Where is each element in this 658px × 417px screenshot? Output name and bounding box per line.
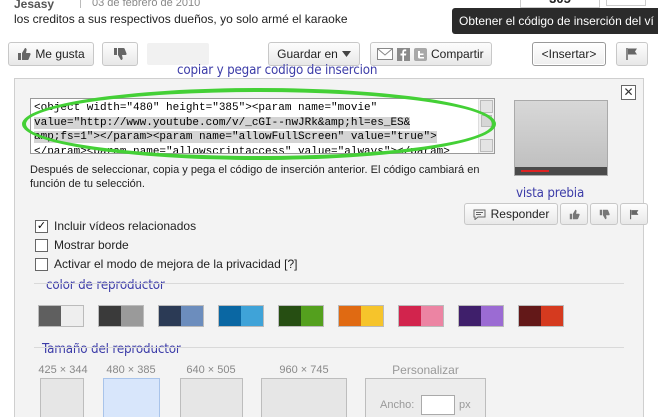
color-swatch-half [159,306,181,326]
comment-author[interactable]: Jesasy [14,0,54,11]
chevron-down-icon [341,51,351,57]
flag-icon [629,209,638,219]
color-swatch-half [541,306,563,326]
size-option-label: 960 × 745 [279,364,329,376]
color-swatch-half [181,306,203,326]
annotation-player-size: Tamaño del reproductor [42,342,181,357]
flag-icon [626,48,637,60]
divider [80,0,81,8]
color-swatch-9[interactable] [518,305,564,327]
color-swatch-half [361,306,383,326]
player-preview [514,100,608,176]
width-label: Ancho: [380,399,415,411]
custom-width-input[interactable] [421,395,455,415]
comment-flag-button[interactable] [620,203,648,225]
highlight-ellipse [22,88,496,160]
color-swatch-half [421,306,443,326]
embed-tooltip: Obtener el código de inserción del ví [452,8,658,34]
option-label: Incluir vídeos relacionados [54,219,197,233]
color-swatch-half [99,306,121,326]
option-show-border[interactable]: Mostrar borde [35,238,129,252]
color-swatch-half [241,306,263,326]
color-swatch-6[interactable] [338,305,384,327]
like-button[interactable]: Me gusta [8,42,94,66]
view-count-extra [606,0,646,6]
comment-icon [473,209,486,220]
size-option-425[interactable] [40,378,84,417]
privacy-mode-checkbox[interactable] [35,257,48,271]
thumbs-down-icon [599,209,610,219]
color-swatch-2[interactable] [98,305,144,327]
email-icon [377,48,393,60]
color-swatch-7[interactable] [398,305,444,327]
scroll-down-arrow[interactable] [480,139,493,152]
related-videos-checkbox[interactable]: ✓ [35,219,48,233]
annotation-copy-code: copiar y pegar codigo de insercion [177,63,378,78]
share-label: Compartir [431,47,484,61]
color-swatch-5[interactable] [278,305,324,327]
option-privacy-mode[interactable]: Activar el modo de mejora de la privacid… [35,257,297,271]
size-option-label: 480 × 385 [106,364,156,376]
custom-size-label: Personalizar [392,363,459,377]
reply-button[interactable]: Responder [464,203,558,225]
color-swatch-half [459,306,481,326]
show-border-checkbox[interactable] [35,238,48,252]
twitter-icon [414,47,427,61]
view-count: 305 [520,0,600,8]
color-swatch-half [121,306,143,326]
size-option-label: 425 × 344 [38,364,88,376]
embed-button[interactable]: <Insertar> [532,42,606,66]
reply-label: Responder [490,207,550,221]
color-swatch-half [481,306,503,326]
comment-like-button[interactable] [560,203,588,225]
like-label: Me gusta [35,47,85,61]
color-swatch-half [399,306,421,326]
comment-text: los creditos a sus respectivos dueños, y… [14,12,348,26]
color-swatch-half [339,306,361,326]
color-swatch-half [279,306,301,326]
color-swatch-half [301,306,323,326]
option-related-videos[interactable]: ✓ Incluir vídeos relacionados [35,219,196,233]
px-label: px [459,399,471,411]
preview-controls [515,167,607,175]
flag-button[interactable] [616,42,648,66]
option-label: Activar el modo de mejora de la privacid… [54,257,298,271]
dislike-button[interactable] [102,42,138,66]
color-swatch-half [39,306,61,326]
annotation-player-color: color de reproductor [46,278,165,293]
color-swatch-half [519,306,541,326]
close-icon[interactable]: ✕ [621,85,636,100]
save-label: Guardar en [277,47,338,61]
color-swatch-half [61,306,83,326]
share-button[interactable]: Compartir [370,42,492,66]
divider [34,283,624,284]
comment-dislike-button[interactable] [590,203,618,225]
annotation-preview: vista prebia [516,186,585,201]
thumbs-up-icon [18,48,31,60]
color-swatch-4[interactable] [218,305,264,327]
size-option-label: 640 × 505 [186,364,236,376]
thumbs-down-icon [114,48,127,60]
color-swatch-1[interactable] [38,305,84,327]
size-option-480[interactable] [103,378,160,417]
preview-progress [521,170,549,172]
color-swatch-8[interactable] [458,305,504,327]
size-option-640[interactable] [180,378,243,417]
color-swatch-3[interactable] [158,305,204,327]
rating-bar [147,43,209,65]
facebook-icon [397,47,410,61]
size-option-960[interactable] [261,378,347,417]
thumbs-up-icon [569,209,580,219]
option-label: Mostrar borde [54,238,129,252]
divider [34,347,624,348]
color-swatch-half [219,306,241,326]
comment-date: 03 de febrero de 2010 [92,0,201,9]
embed-help-text: Después de seleccionar, copia y pega el … [30,164,480,190]
